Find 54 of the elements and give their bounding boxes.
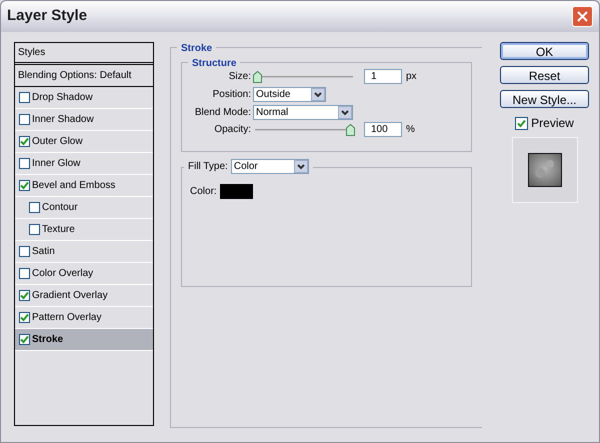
checkbox[interactable] [19,136,30,147]
unit-label: % [406,123,415,137]
color-swatch[interactable] [220,184,253,199]
dialog-button[interactable]: New Style... [500,90,589,108]
checkbox[interactable] [19,246,30,257]
list-item[interactable]: Gradient Overlay [15,285,153,307]
list-item[interactable]: Stroke [15,329,153,351]
slider-thumb[interactable] [253,70,262,82]
list-item[interactable]: Bevel and Emboss [15,175,153,197]
close-icon [577,11,588,22]
field-label: Opacity: [213,123,251,137]
slider[interactable] [253,124,355,136]
number-field[interactable]: 1 [364,69,402,84]
list-header: Styles [15,43,153,65]
position-dropdown[interactable]: Outside [253,87,326,102]
unit-label: px [406,70,417,84]
list-item[interactable]: Blending Options: Default [15,65,153,87]
list-item[interactable]: Drop Shadow [15,87,153,109]
checkbox[interactable] [19,268,30,279]
slider[interactable] [253,70,355,82]
dialog-button[interactable]: OK [500,42,589,60]
close-button[interactable] [572,6,593,27]
checkbox[interactable] [19,334,30,345]
list-item[interactable]: Inner Shadow [15,109,153,131]
checkbox[interactable] [19,158,30,169]
list-item[interactable]: Inner Glow [15,153,153,175]
checkbox[interactable] [515,116,528,130]
list-item[interactable]: Contour [15,197,153,219]
checkbox-label: Preview [531,115,574,132]
field-label: Blend Mode: [194,106,251,120]
field-label: Fill Type: [188,160,228,174]
checkbox[interactable] [19,312,30,323]
checkbox[interactable] [29,224,40,235]
checkbox[interactable] [19,92,30,103]
caret-icon [338,106,352,119]
slider-thumb[interactable] [346,124,355,136]
blend-mode-dropdown[interactable]: Normal [253,105,353,120]
field-label: Color: [190,185,217,199]
number-field[interactable]: 100 [364,122,402,137]
window-title: Layer Style [7,6,88,26]
field-label: Position: [212,88,251,102]
list-item[interactable]: Satin [15,241,153,263]
list-item[interactable]: Color Overlay [15,263,153,285]
caret-icon [294,160,308,173]
dialog-button[interactable]: Reset [500,66,589,84]
checkbox[interactable] [19,114,30,125]
list-item[interactable]: Outer Glow [15,131,153,153]
list-item[interactable]: Texture [15,219,153,241]
caret-icon [311,88,325,101]
fill-type-dropdown[interactable]: Color [230,159,309,174]
checkbox[interactable] [19,180,30,191]
checkbox[interactable] [29,202,40,213]
checkbox[interactable] [19,290,30,301]
field-label: Size: [228,70,251,84]
